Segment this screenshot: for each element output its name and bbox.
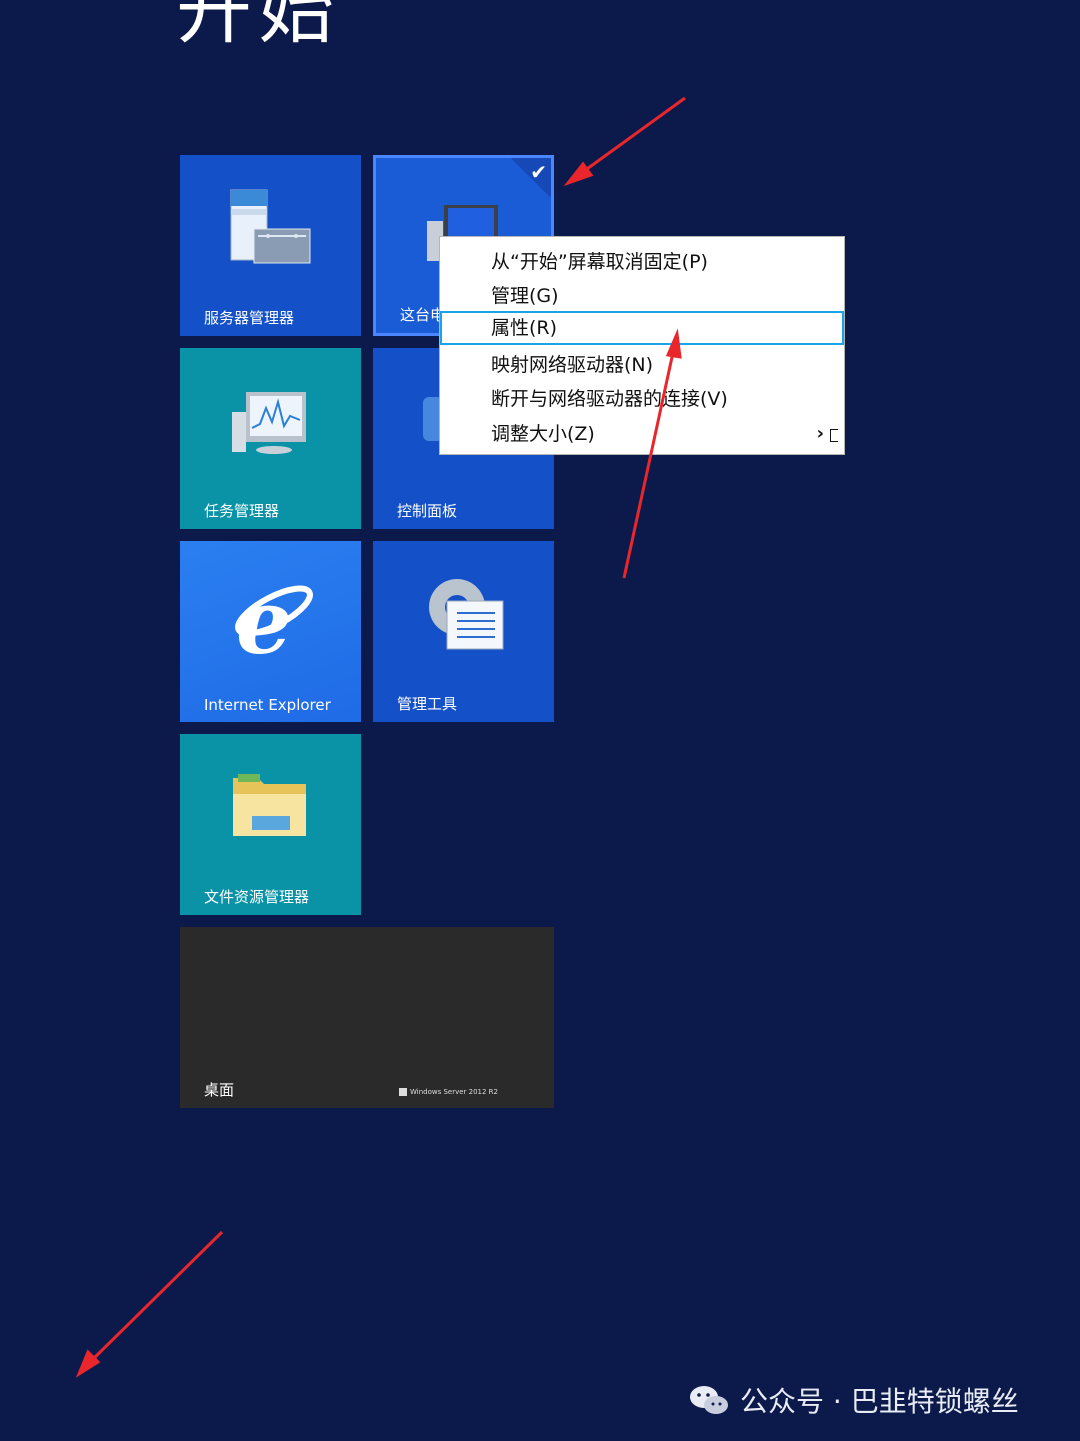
- tile-admin-tools[interactable]: 管理工具: [373, 541, 554, 722]
- submenu-indicator-icon: [830, 429, 838, 442]
- svg-text:e: e: [236, 571, 292, 663]
- tile-label: Internet Explorer: [204, 696, 331, 714]
- menu-item-unpin[interactable]: 从“开始”屏幕取消固定(P): [440, 245, 844, 279]
- windows-logo-icon: [398, 1088, 407, 1096]
- tile-label: 控制面板: [397, 502, 458, 520]
- wechat-icon: [690, 1386, 728, 1414]
- tile-task-manager[interactable]: 任务管理器: [180, 348, 361, 529]
- tile-label: 服务器管理器: [204, 309, 295, 327]
- tile-desktop[interactable]: 桌面 Windows Server 2012 R2: [180, 927, 554, 1108]
- tile-label: 管理工具: [397, 695, 458, 713]
- watermark: 公众号 · 巴韭特锁螺丝: [688, 1380, 1019, 1420]
- menu-item-disconnect-network-drive[interactable]: 断开与网络驱动器的连接(V): [440, 382, 844, 416]
- internet-explorer-icon: e: [235, 571, 313, 663]
- tile-file-explorer[interactable]: 文件资源管理器: [180, 734, 361, 915]
- annotation-arrow-line: [86, 1230, 224, 1366]
- menu-item-properties[interactable]: 属性(R): [440, 311, 844, 345]
- menu-item-resize[interactable]: 调整大小(Z) ›: [440, 417, 844, 451]
- windows-server-badge: Windows Server 2012 R2: [398, 1088, 498, 1096]
- chevron-right-icon: ›: [816, 423, 824, 444]
- tile-internet-explorer[interactable]: e Internet Explorer: [180, 541, 361, 722]
- admin-tools-icon: [429, 579, 504, 650]
- task-manager-icon: [232, 392, 306, 454]
- folder-icon: [233, 774, 306, 836]
- watermark-text: 公众号 · 巴韭特锁螺丝: [740, 1385, 1019, 1418]
- checkmark-icon: ✔: [530, 160, 547, 184]
- annotation-arrowhead: [563, 161, 594, 187]
- annotation-arrow-line: [579, 96, 686, 176]
- menu-item-map-network-drive[interactable]: 映射网络驱动器(N): [440, 348, 844, 382]
- start-screen-title: 开始: [176, 0, 340, 54]
- context-menu: 从“开始”屏幕取消固定(P) 管理(G) 属性(R) 映射网络驱动器(N) 断开…: [439, 236, 845, 455]
- server-manager-icon: [230, 189, 311, 264]
- tile-label: 任务管理器: [204, 502, 280, 520]
- windows-server-text: Windows Server 2012 R2: [409, 1088, 498, 1096]
- menu-item-manage[interactable]: 管理(G): [440, 279, 844, 313]
- tile-label: 桌面: [204, 1081, 235, 1099]
- tile-server-manager[interactable]: 服务器管理器: [180, 155, 361, 336]
- menu-item-resize-label: 调整大小(Z): [491, 423, 595, 445]
- tile-label: 文件资源管理器: [204, 888, 310, 906]
- annotation-arrowhead: [75, 1349, 101, 1378]
